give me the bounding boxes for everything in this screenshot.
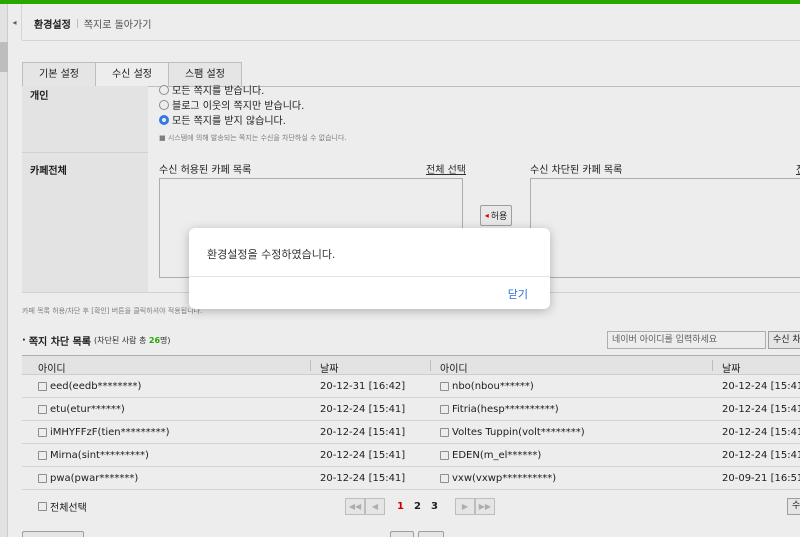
alert-message: 환경설정을 수정하였습니다. [207,248,336,261]
alert-divider [189,276,550,277]
alert-dialog: 환경설정을 수정하였습니다. 닫기 [189,228,550,309]
alert-close-button[interactable]: 닫기 [508,286,528,302]
